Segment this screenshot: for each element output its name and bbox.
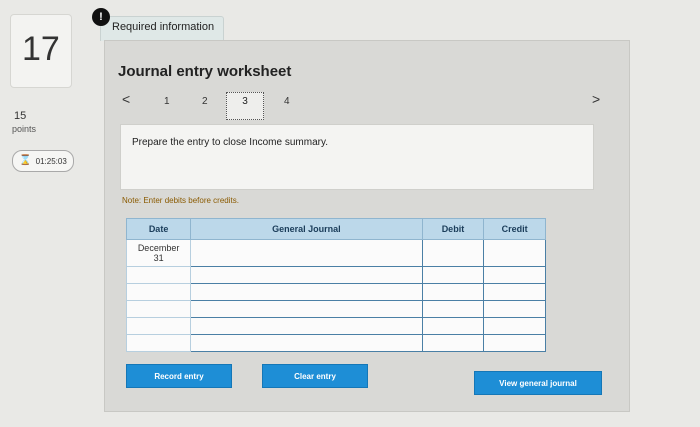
credit-input[interactable] bbox=[483, 283, 546, 301]
account-input[interactable] bbox=[190, 334, 423, 352]
instruction-box bbox=[120, 124, 594, 190]
required-info-label: Required information bbox=[112, 21, 215, 33]
debit-input[interactable] bbox=[421, 283, 485, 301]
date-day: 31 bbox=[153, 253, 164, 263]
instruction-text: Prepare the entry to close Income summar… bbox=[132, 137, 329, 148]
view-general-journal-button[interactable]: View general journal bbox=[474, 371, 602, 395]
table-row bbox=[125, 334, 546, 352]
table-row bbox=[125, 266, 546, 284]
note-text: Note: Enter debits before credits. bbox=[122, 196, 239, 205]
account-input[interactable] bbox=[190, 239, 423, 267]
account-input[interactable] bbox=[190, 266, 423, 284]
table-row bbox=[125, 300, 546, 318]
credit-input[interactable] bbox=[483, 317, 546, 335]
date-cell bbox=[125, 334, 192, 352]
date-month: December bbox=[137, 243, 180, 253]
debit-input[interactable] bbox=[421, 266, 485, 284]
date-cell bbox=[125, 283, 192, 301]
points-label: points bbox=[12, 124, 37, 134]
next-step-button[interactable]: > bbox=[592, 91, 600, 107]
table-row: December 31 bbox=[125, 239, 546, 267]
timer-text: 01:25:03 bbox=[35, 156, 67, 166]
date-cell bbox=[125, 266, 192, 284]
journal-table: Date General Journal Debit Credit Decemb… bbox=[125, 218, 546, 352]
page-title: Journal entry worksheet bbox=[118, 63, 292, 80]
timer[interactable]: ⌛ 01:25:03 bbox=[12, 150, 74, 172]
header-date: Date bbox=[125, 218, 192, 240]
hourglass-icon: ⌛ bbox=[19, 155, 32, 166]
account-input[interactable] bbox=[190, 317, 423, 335]
header-debit: Debit bbox=[421, 218, 485, 240]
debit-input[interactable] bbox=[421, 317, 485, 335]
table-row bbox=[125, 317, 546, 335]
date-cell bbox=[125, 317, 192, 335]
step-2[interactable]: 2 bbox=[202, 96, 208, 107]
account-input[interactable] bbox=[190, 283, 423, 301]
step-3-active[interactable]: 3 bbox=[226, 92, 264, 120]
record-entry-button[interactable]: Record entry bbox=[126, 364, 232, 388]
info-icon: ! bbox=[92, 8, 110, 26]
date-cell bbox=[125, 300, 192, 318]
prev-step-button[interactable]: < bbox=[122, 91, 130, 107]
credit-input[interactable] bbox=[483, 300, 546, 318]
header-credit: Credit bbox=[483, 218, 546, 240]
date-cell: December 31 bbox=[125, 239, 192, 267]
credit-input[interactable] bbox=[483, 266, 546, 284]
step-4[interactable]: 4 bbox=[284, 96, 290, 107]
debit-input[interactable] bbox=[421, 300, 485, 318]
credit-input[interactable] bbox=[483, 334, 546, 352]
debit-input[interactable] bbox=[421, 334, 485, 352]
account-input[interactable] bbox=[190, 300, 423, 318]
step-3-label: 3 bbox=[242, 96, 248, 107]
step-1[interactable]: 1 bbox=[164, 96, 170, 107]
credit-input[interactable] bbox=[483, 239, 546, 267]
question-number: 17 bbox=[22, 30, 60, 68]
debit-input[interactable] bbox=[421, 239, 485, 267]
header-general-journal: General Journal bbox=[190, 218, 423, 240]
clear-entry-button[interactable]: Clear entry bbox=[262, 364, 368, 388]
points-value: 15 bbox=[14, 110, 27, 122]
table-row bbox=[125, 283, 546, 301]
